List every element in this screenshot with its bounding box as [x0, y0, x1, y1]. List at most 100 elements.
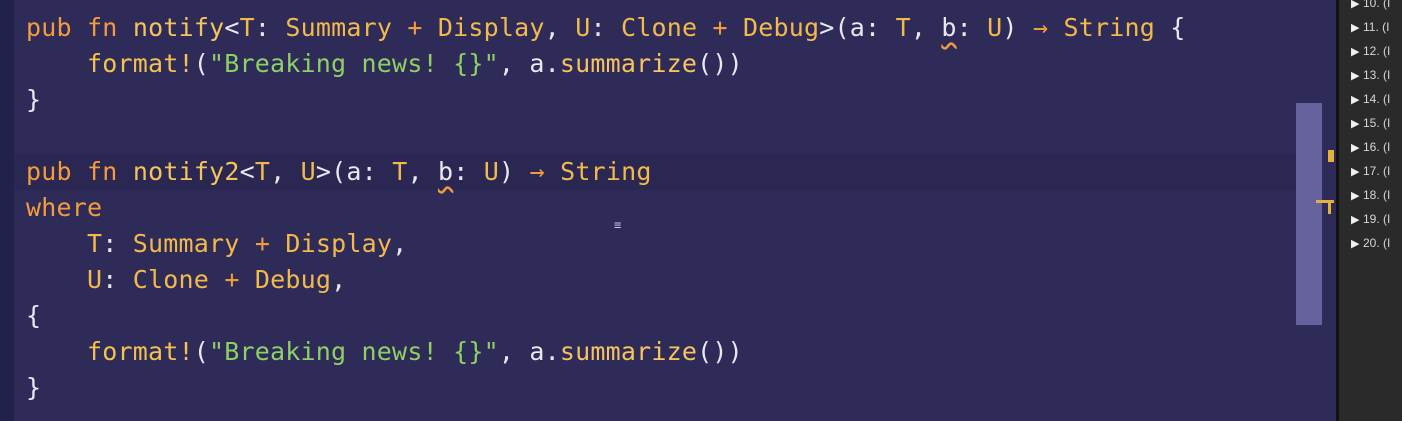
code-token: ,	[270, 157, 301, 186]
chapter-list-label: 16. (I	[1363, 140, 1391, 154]
code-line-9[interactable]: {	[26, 298, 41, 334]
code-token: :	[865, 13, 896, 42]
chapter-list-label: 19. (I	[1363, 212, 1391, 226]
code-token: }	[26, 373, 42, 402]
code-token: :	[254, 13, 286, 42]
chapter-list-label: 17. (I	[1363, 164, 1391, 178]
code-token: T	[254, 157, 271, 186]
chapter-list-label: 10. (I	[1363, 0, 1391, 10]
code-token: :	[102, 265, 133, 294]
code-token: Summary	[285, 13, 393, 42]
chapter-list-label: 12. (I	[1363, 44, 1391, 58]
code-token: a	[529, 337, 545, 366]
code-token: >(	[315, 157, 347, 186]
code-token: +	[239, 229, 286, 258]
chapter-list-item[interactable]: ▶ 19. (I	[1351, 210, 1402, 228]
chapter-list-item[interactable]: ▶ 16. (I	[1351, 138, 1402, 156]
code-token: pub	[26, 157, 72, 186]
code-token: )	[499, 157, 530, 186]
code-token: .	[544, 337, 560, 366]
code-token: ,	[544, 13, 576, 42]
code-token: >(	[819, 13, 850, 42]
code-token: →	[1032, 13, 1049, 42]
code-token: String	[560, 157, 652, 186]
code-token: )	[1002, 13, 1033, 42]
screen: pub fn notify<T: Summary + Display, U: C…	[0, 0, 1402, 421]
code-token: a	[849, 13, 866, 42]
code-token: b	[941, 13, 957, 42]
code-token: T	[392, 157, 408, 186]
code-token: Display	[437, 13, 545, 42]
code-token: Display	[285, 229, 393, 258]
play-icon: ▶	[1351, 94, 1360, 106]
chapter-list-item[interactable]: ▶ 11. (I	[1351, 18, 1402, 36]
code-token: fn	[87, 13, 118, 42]
code-token: →	[529, 157, 545, 186]
code-token: ,	[498, 49, 530, 78]
chapter-list-item[interactable]: ▶ 14. (I	[1351, 90, 1402, 108]
code-token: Debug	[254, 265, 332, 294]
chapter-list-item[interactable]: ▶ 13. (I	[1351, 66, 1402, 84]
ruler-mark-2	[1316, 200, 1334, 203]
code-token: summarize	[559, 49, 698, 78]
ruler-mark-1	[1328, 150, 1334, 162]
play-icon: ▶	[1351, 0, 1360, 10]
scrollbar-thumb[interactable]	[1296, 103, 1322, 325]
code-token: U	[483, 157, 500, 186]
code-token: U	[987, 13, 1003, 42]
code-token: {	[1154, 13, 1186, 42]
code-line-8[interactable]: U: Clone + Debug,	[26, 262, 346, 298]
code-token: ,	[407, 157, 438, 186]
code-token: :	[590, 13, 621, 42]
play-icon: ▶	[1351, 70, 1360, 82]
code-token: a	[529, 49, 545, 78]
code-token: Clone	[620, 13, 698, 42]
chapter-list-item[interactable]: ▶ 15. (I	[1351, 114, 1402, 132]
chapter-list-label: 11. (I	[1363, 20, 1390, 34]
chapter-list-item[interactable]: ▶ 12. (I	[1351, 42, 1402, 60]
code-token: T	[239, 13, 255, 42]
code-token: b	[437, 157, 454, 186]
left-gutter-strip	[0, 0, 14, 421]
code-token: format!	[87, 337, 194, 366]
code-token: :	[102, 229, 133, 258]
code-line-5[interactable]: pub fn notify2<T, U>(a: T, b: U) → Strin…	[14, 154, 1322, 190]
code-token: }	[26, 85, 42, 114]
chapter-list-label: 14. (I	[1363, 92, 1391, 106]
code-token: :	[453, 157, 484, 186]
code-token: summarize	[559, 337, 698, 366]
chapter-list-item[interactable]: ▶ 18. (I	[1351, 186, 1402, 204]
code-line-7[interactable]: T: Summary + Display,	[26, 226, 407, 262]
play-icon: ▶	[1351, 142, 1360, 154]
code-line-3[interactable]: }	[26, 82, 41, 118]
chapter-list-item[interactable]: ▶ 17. (I	[1351, 162, 1402, 180]
code-line-11[interactable]: }	[26, 370, 41, 406]
code-line-2[interactable]: format!("Breaking news! {}", a.summarize…	[26, 46, 743, 82]
code-token: String	[1063, 13, 1155, 42]
code-token: <	[239, 157, 255, 186]
code-token: Debug	[743, 13, 820, 42]
code-token: U	[575, 13, 591, 42]
code-line-10[interactable]: format!("Breaking news! {}", a.summarize…	[26, 334, 743, 370]
code-line-6[interactable]: where	[26, 190, 102, 226]
play-icon: ▶	[1351, 238, 1360, 250]
code-token: "Breaking news! {}"	[209, 49, 499, 78]
chapter-list-item[interactable]: ▶ 10. (I	[1351, 0, 1402, 12]
play-icon: ▶	[1351, 118, 1360, 130]
chapter-list-item[interactable]: ▶ 20. (I	[1351, 234, 1402, 252]
code-token: :	[956, 13, 988, 42]
code-token: a	[346, 157, 362, 186]
code-token: ,	[392, 229, 408, 258]
code-token: ,	[910, 13, 942, 42]
code-line-1[interactable]: pub fn notify<T: Summary + Display, U: C…	[26, 10, 1185, 46]
code-token: U	[300, 157, 316, 186]
code-token: +	[392, 13, 438, 42]
code-token: .	[544, 49, 560, 78]
code-editor[interactable]: pub fn notify<T: Summary + Display, U: C…	[14, 0, 1336, 421]
play-icon: ▶	[1351, 46, 1360, 58]
